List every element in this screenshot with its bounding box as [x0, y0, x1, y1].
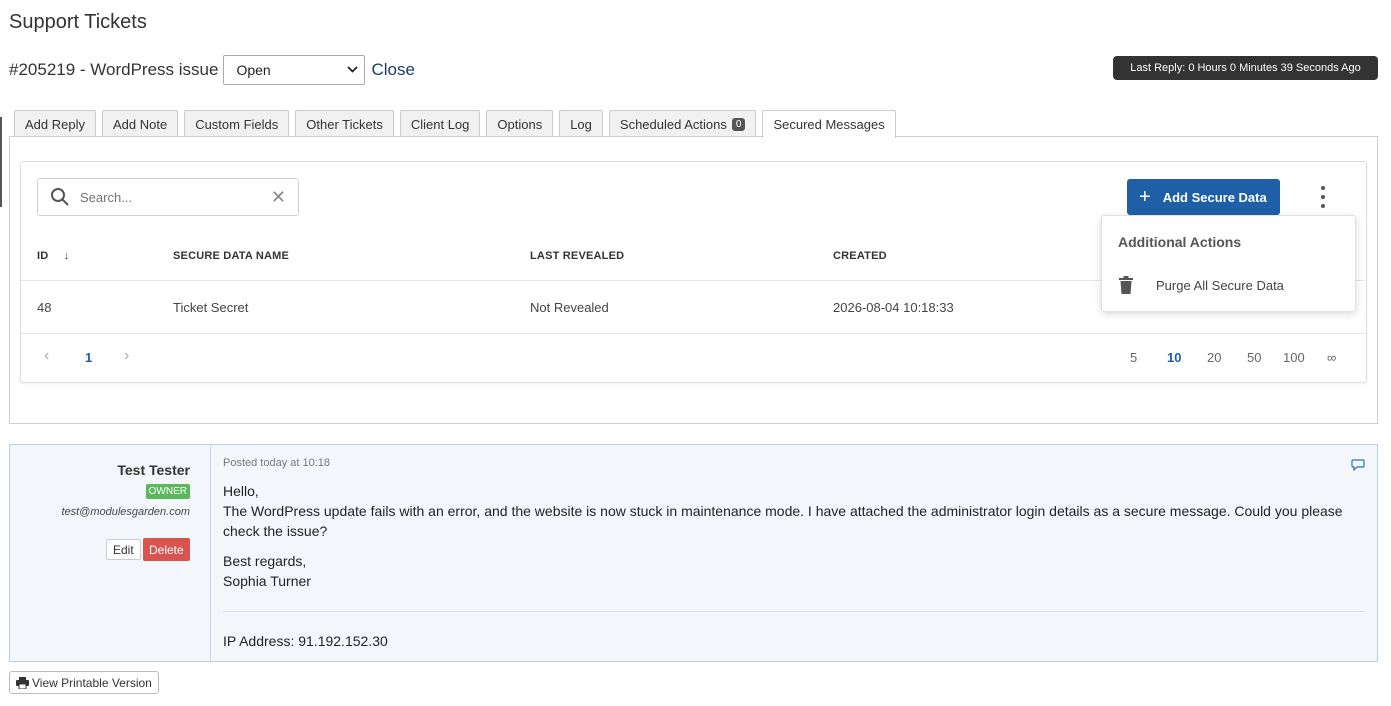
print-label: View Printable Version — [32, 675, 152, 690]
status-value: Open — [236, 62, 271, 78]
page-size-20[interactable]: 20 — [1207, 350, 1221, 365]
ticket-reply: Test Tester OWNER test@modulesgarden.com… — [9, 444, 1378, 662]
tab-custom-fields[interactable]: Custom Fields — [184, 110, 290, 137]
menu-title: Additional Actions — [1118, 234, 1242, 250]
search-icon — [51, 188, 69, 206]
chevron-down-icon — [347, 64, 359, 76]
page-size-all[interactable]: ∞ — [1327, 350, 1336, 365]
tab-secured-messages[interactable]: Secured Messages — [762, 110, 896, 138]
tab-client-log[interactable]: Client Log — [399, 110, 481, 137]
tab-label: Other Tickets — [306, 116, 383, 132]
count-badge: 0 — [731, 117, 746, 131]
tab-label: Add Reply — [25, 116, 85, 132]
ticket-title: #205219 - WordPress issue — [9, 60, 219, 79]
tab-add-note[interactable]: Add Note — [101, 110, 179, 137]
more-actions-icon[interactable] — [1313, 186, 1333, 208]
purge-all-menu-item[interactable]: Purge All Secure Data — [1118, 276, 1284, 294]
edit-button[interactable]: Edit — [106, 539, 141, 560]
tab-label: Scheduled Actions — [619, 116, 727, 132]
purge-all-label: Purge All Secure Data — [1156, 277, 1284, 293]
column-header-label: ID — [37, 250, 49, 262]
delete-button[interactable]: Delete — [143, 538, 190, 561]
column-header-id[interactable]: ID ↓ — [37, 250, 69, 262]
search-input[interactable] — [78, 188, 258, 206]
reply-author-panel: Test Tester OWNER test@modulesgarden.com… — [10, 445, 211, 661]
tab-options[interactable]: Options — [486, 110, 554, 137]
printer-icon — [16, 676, 29, 689]
message-line: Sophia Turner — [223, 573, 311, 589]
cell-id: 48 — [37, 300, 52, 315]
message-line: Hello, — [223, 483, 259, 499]
last-reply-badge: Last Reply: 0 Hours 0 Minutes 39 Seconds… — [1113, 56, 1378, 80]
tab-label: Options — [497, 116, 543, 132]
cell-last-revealed: Not Revealed — [530, 300, 609, 315]
sort-arrow-icon: ↓ — [63, 250, 70, 262]
plus-icon: + — [1139, 185, 1151, 208]
pagination-next-icon[interactable]: › — [124, 347, 129, 365]
status-select[interactable]: Open — [223, 55, 366, 85]
search-box: ✕ — [37, 178, 299, 216]
owner-badge: OWNER — [145, 484, 190, 499]
page-size-100[interactable]: 100 — [1283, 350, 1305, 365]
tab-other-tickets[interactable]: Other Tickets — [295, 110, 394, 137]
tab-label: Add Note — [112, 116, 168, 132]
pagination-prev-icon[interactable]: ‹ — [44, 347, 49, 365]
message-body: Hello, The WordPress update fails with a… — [223, 481, 1363, 601]
column-header-name[interactable]: SECURE DATA NAME — [173, 250, 289, 262]
add-secure-data-button[interactable]: + Add Secure Data — [1127, 179, 1280, 215]
tab-scheduled-actions[interactable]: Scheduled Actions 0 — [608, 110, 757, 137]
divider — [21, 333, 1366, 334]
page-size-10[interactable]: 10 — [1167, 350, 1181, 365]
tab-label: Custom Fields — [195, 116, 279, 132]
reply-message-panel: Posted today at 10:18 Hello, The WordPre… — [212, 445, 1377, 661]
tab-label: Log — [570, 116, 592, 132]
message-line: The WordPress update fails with an error… — [223, 503, 1343, 539]
cell-created: 2026-08-04 10:18:33 — [833, 300, 954, 315]
clear-icon[interactable]: ✕ — [271, 187, 286, 208]
add-secure-data-label: Add Secure Data — [1162, 189, 1267, 205]
tab-label: Client Log — [410, 116, 470, 132]
message-line: Best regards, — [223, 553, 307, 569]
tab-log[interactable]: Log — [559, 110, 603, 137]
divider — [223, 611, 1366, 612]
trash-icon — [1119, 276, 1133, 294]
tab-add-reply[interactable]: Add Reply — [14, 110, 96, 137]
author-name: Test Tester — [117, 462, 190, 478]
close-ticket-link[interactable]: Close — [371, 60, 414, 80]
posted-time: Posted today at 10:18 — [223, 457, 331, 469]
ticket-tabs: Add Reply Add Note Custom Fields Other T… — [14, 110, 902, 138]
additional-actions-menu: Additional Actions Purge All Secure Data — [1101, 215, 1356, 312]
comment-icon[interactable] — [1351, 459, 1365, 471]
ip-address: IP Address: 91.192.152.30 — [223, 633, 388, 649]
page-title: Support Tickets — [9, 11, 147, 33]
column-header-last-revealed[interactable]: LAST REVEALED — [530, 250, 624, 262]
tab-label: Secured Messages — [773, 117, 885, 132]
left-edge-divider — [0, 117, 2, 207]
cell-name: Ticket Secret — [173, 300, 249, 315]
page-size-5[interactable]: 5 — [1130, 350, 1137, 365]
page-size-50[interactable]: 50 — [1247, 350, 1261, 365]
column-header-created[interactable]: CREATED — [833, 250, 887, 262]
author-email: test@modulesgarden.com — [61, 506, 190, 518]
ticket-header: #205219 - WordPress issue Open Close — [9, 55, 415, 85]
pagination-page-1[interactable]: 1 — [85, 350, 92, 365]
view-printable-version-button[interactable]: View Printable Version — [9, 671, 159, 694]
